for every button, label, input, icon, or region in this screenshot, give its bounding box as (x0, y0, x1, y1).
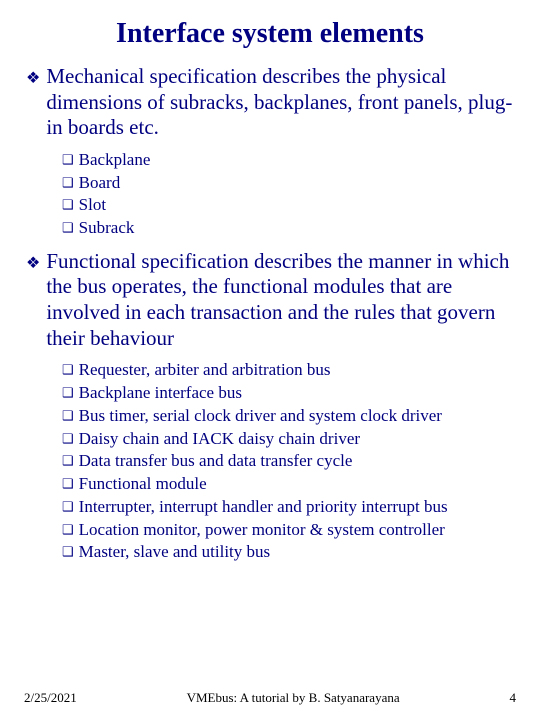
square-bullet-icon: ❑ (62, 544, 74, 560)
slide-footer: 2/25/2021 VMEbus: A tutorial by B. Satya… (0, 690, 540, 706)
sub-bullet-item: ❑ Slot (62, 194, 516, 216)
sub-bullet-item: ❑ Daisy chain and IACK daisy chain drive… (62, 428, 516, 450)
sub-bullet-item: ❑ Requester, arbiter and arbitration bus (62, 359, 516, 381)
sub-bullet-text: Backplane (79, 149, 151, 171)
diamond-bullet-icon: ❖ (26, 253, 40, 273)
square-bullet-icon: ❑ (62, 362, 74, 378)
sub-bullet-item: ❑ Location monitor, power monitor & syst… (62, 519, 516, 541)
bullet-text: Mechanical specification describes the p… (46, 64, 516, 141)
square-bullet-icon: ❑ (62, 175, 74, 191)
footer-page-number: 4 (510, 690, 517, 706)
sub-bullet-item: ❑ Data transfer bus and data transfer cy… (62, 450, 516, 472)
sub-bullet-text: Functional module (79, 473, 207, 495)
square-bullet-icon: ❑ (62, 499, 74, 515)
sub-bullet-text: Data transfer bus and data transfer cycl… (79, 450, 353, 472)
square-bullet-icon: ❑ (62, 522, 74, 538)
footer-date: 2/25/2021 (24, 690, 77, 706)
sub-bullet-text: Bus timer, serial clock driver and syste… (79, 405, 442, 427)
sub-bullet-item: ❑ Interrupter, interrupt handler and pri… (62, 496, 516, 518)
sub-bullet-item: ❑ Backplane (62, 149, 516, 171)
sub-bullet-text: Subrack (79, 217, 135, 239)
sub-bullet-item: ❑ Subrack (62, 217, 516, 239)
sub-bullet-text: Location monitor, power monitor & system… (79, 519, 445, 541)
square-bullet-icon: ❑ (62, 197, 74, 213)
sub-bullet-text: Backplane interface bus (79, 382, 242, 404)
sub-bullet-text: Slot (79, 194, 106, 216)
sub-list: ❑ Requester, arbiter and arbitration bus… (62, 359, 516, 563)
sub-bullet-text: Daisy chain and IACK daisy chain driver (79, 428, 360, 450)
square-bullet-icon: ❑ (62, 453, 74, 469)
slide-title: Interface system elements (24, 18, 516, 50)
square-bullet-icon: ❑ (62, 220, 74, 236)
footer-title: VMEbus: A tutorial by B. Satyanarayana (77, 690, 510, 706)
square-bullet-icon: ❑ (62, 408, 74, 424)
square-bullet-icon: ❑ (62, 431, 74, 447)
sub-bullet-item: ❑ Functional module (62, 473, 516, 495)
sub-list: ❑ Backplane ❑ Board ❑ Slot ❑ Subrack (62, 149, 516, 239)
square-bullet-icon: ❑ (62, 152, 74, 168)
sub-bullet-item: ❑ Backplane interface bus (62, 382, 516, 404)
square-bullet-icon: ❑ (62, 476, 74, 492)
square-bullet-icon: ❑ (62, 385, 74, 401)
sub-bullet-text: Board (79, 172, 121, 194)
sub-bullet-item: ❑ Board (62, 172, 516, 194)
sub-bullet-text: Master, slave and utility bus (79, 541, 270, 563)
bullet-text: Functional specification describes the m… (46, 249, 516, 351)
sub-bullet-text: Requester, arbiter and arbitration bus (79, 359, 331, 381)
sub-bullet-item: ❑ Bus timer, serial clock driver and sys… (62, 405, 516, 427)
sub-bullet-item: ❑ Master, slave and utility bus (62, 541, 516, 563)
diamond-bullet-icon: ❖ (26, 68, 40, 88)
sub-bullet-text: Interrupter, interrupt handler and prior… (79, 496, 448, 518)
bullet-item: ❖ Mechanical specification describes the… (24, 64, 516, 141)
bullet-item: ❖ Functional specification describes the… (24, 249, 516, 351)
